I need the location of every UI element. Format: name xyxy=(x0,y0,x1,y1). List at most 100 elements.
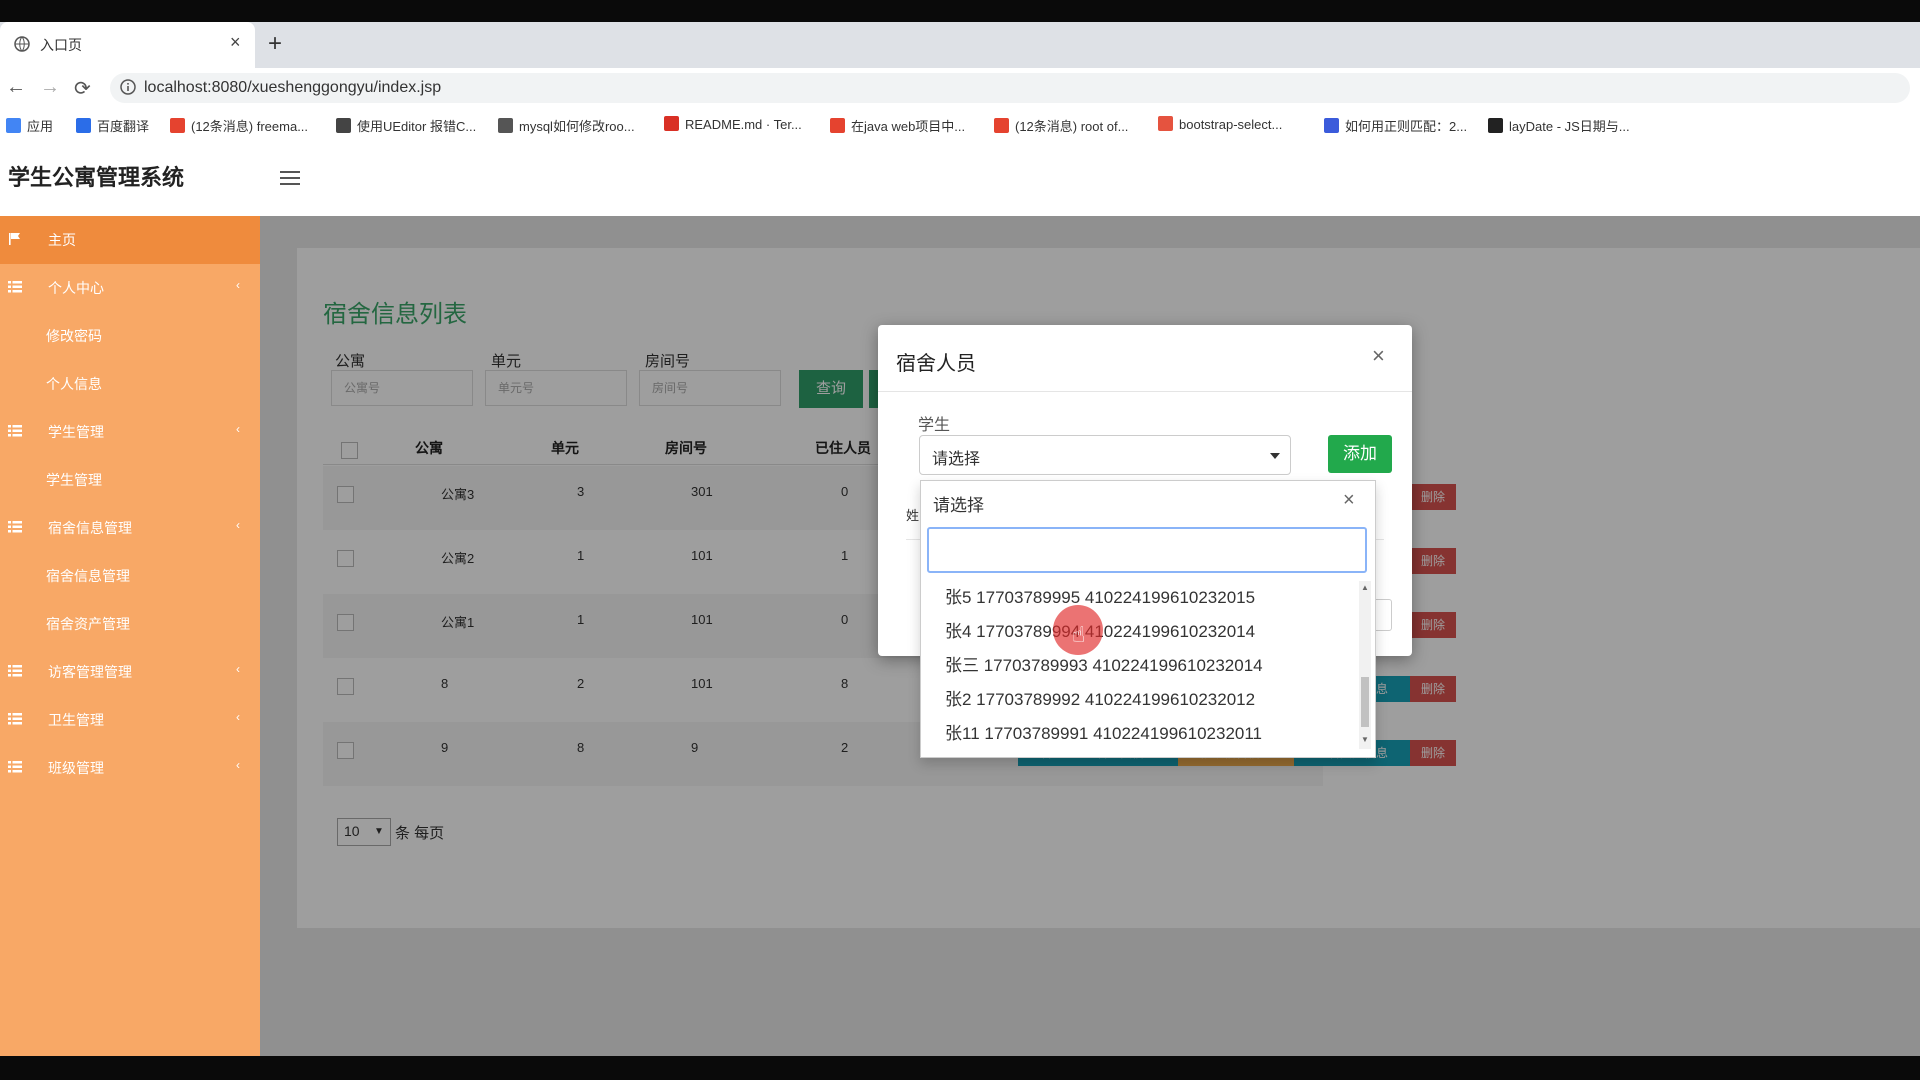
chevron-left-icon: ‹ xyxy=(236,662,240,676)
bookmark-icon xyxy=(6,118,21,133)
sidebar-item-label: 学生管理 xyxy=(46,472,102,488)
sidebar-item-label: 访客管理管理 xyxy=(48,664,132,680)
sidebar-item-label: 个人中心 xyxy=(48,280,104,296)
bookmark-label: (12条消息) freema... xyxy=(191,119,309,134)
dropdown-option[interactable]: 张5 17703789995 410224199610232015 xyxy=(945,583,1255,608)
bookmark-label: (12条消息) root of... xyxy=(1015,119,1129,134)
chevron-left-icon: ‹ xyxy=(236,422,240,436)
browser-tab-bar: 入口页 × + xyxy=(0,22,1920,68)
tab-close-icon[interactable]: × xyxy=(230,32,241,53)
bookmark-icon xyxy=(1488,118,1503,133)
scroll-down-icon[interactable]: ▼ xyxy=(1361,735,1369,744)
grid-icon xyxy=(8,281,22,293)
bookmark-item[interactable]: 应用 xyxy=(6,116,53,135)
scrollbar-thumb[interactable] xyxy=(1361,677,1369,727)
bookmark-label: 百度翻译 xyxy=(97,119,150,134)
sidebar-item[interactable]: 修改密码 xyxy=(0,312,260,360)
bookmark-item[interactable]: README.md · Ter... xyxy=(664,116,802,132)
bookmark-label: bootstrap-select... xyxy=(1179,117,1283,132)
forward-arrow-icon[interactable]: → xyxy=(40,76,60,99)
modal-divider xyxy=(878,391,1412,392)
grid-icon xyxy=(8,713,22,725)
sidebar-item[interactable]: 宿舍资产管理 xyxy=(0,600,260,648)
bookmark-item[interactable]: layDate - JS日期与... xyxy=(1488,116,1630,135)
close-icon[interactable]: × xyxy=(1343,489,1355,512)
bookmark-icon xyxy=(336,118,351,133)
bookmark-label: layDate - JS日期与... xyxy=(1509,119,1630,134)
sidebar-item[interactable]: 学生管理 ‹ xyxy=(0,408,260,456)
bookmark-item[interactable]: 在java web项目中... xyxy=(830,116,965,135)
caret-down-icon xyxy=(1270,453,1280,459)
bookmark-item[interactable]: (12条消息) freema... xyxy=(170,116,308,135)
sidebar-item[interactable]: 班级管理 ‹ xyxy=(0,744,260,792)
bookmark-label: 应用 xyxy=(27,119,54,134)
modal-title: 宿舍人员 xyxy=(896,353,976,375)
scroll-up-icon[interactable]: ▲ xyxy=(1361,583,1369,592)
bookmark-item[interactable]: bootstrap-select... xyxy=(1158,116,1282,132)
sidebar-item[interactable]: 宿舍信息管理 xyxy=(0,552,260,600)
screen: 入口页 × + ← → ⟳ localhost:8080/xueshenggon… xyxy=(0,0,1920,1080)
app-brand: 学生公寓管理系统 xyxy=(8,165,185,190)
dropdown-scrollbar[interactable]: ▲ ▼ xyxy=(1359,581,1371,749)
bookmarks-bar: 应用 百度翻译 (12条消息) freema... 使用UEditor 报错C... m… xyxy=(0,108,1920,143)
app-header: 学生公寓管理系统 xyxy=(0,142,1920,216)
grid-icon xyxy=(8,521,22,533)
sidebar-item-label: 个人信息 xyxy=(46,376,102,392)
sidebar-item[interactable]: 卫生管理 ‹ xyxy=(0,696,260,744)
bookmark-icon xyxy=(830,118,845,133)
bookmark-icon xyxy=(994,118,1009,133)
reload-icon[interactable]: ⟳ xyxy=(74,76,91,101)
sidebar-item-label: 宿舍资产管理 xyxy=(46,616,130,632)
student-dropdown: 请选择 × 张5 17703789995 410224199610232015 张… xyxy=(920,480,1376,758)
dropdown-option[interactable]: 张三 17703789993 410224199610232014 xyxy=(945,651,1263,676)
bookmark-item[interactable]: mysql如何修改roo... xyxy=(498,116,635,135)
bookmark-icon xyxy=(1324,118,1339,133)
info-icon xyxy=(120,79,136,95)
tab-title: 入口页 xyxy=(40,37,82,53)
browser-tab[interactable]: 入口页 × xyxy=(0,22,255,68)
hand-cursor-icon: ☝ xyxy=(1072,622,1086,647)
flag-icon xyxy=(9,233,20,245)
sidebar-item[interactable]: 宿舍信息管理 ‹ xyxy=(0,504,260,552)
bookmark-icon xyxy=(1158,116,1173,131)
address-bar: ← → ⟳ localhost:8080/xueshenggongyu/inde… xyxy=(0,68,1920,108)
bookmark-label: 使用UEditor 报错C... xyxy=(357,119,477,134)
bookmark-icon xyxy=(76,118,91,133)
sidebar-item-label: 宿舍信息管理 xyxy=(46,568,130,584)
dropdown-option[interactable]: 张11 17703789991 410224199610232011 xyxy=(945,719,1262,744)
sidebar-item[interactable]: 访客管理管理 ‹ xyxy=(0,648,260,696)
sidebar-item[interactable]: 学生管理 xyxy=(0,456,260,504)
top-black-bar xyxy=(0,0,1920,22)
sidebar-item[interactable]: 个人中心 ‹ xyxy=(0,264,260,312)
url-text: localhost:8080/xueshenggongyu/index.jsp xyxy=(144,79,442,96)
student-select[interactable]: 请选择 xyxy=(919,435,1291,475)
dropdown-search-input[interactable] xyxy=(927,527,1367,573)
dropdown-header: 请选择 xyxy=(933,496,984,515)
bookmark-item[interactable]: (12条消息) root of... xyxy=(994,116,1128,135)
bookmark-item[interactable]: 使用UEditor 报错C... xyxy=(336,116,476,135)
menu-toggle-icon[interactable] xyxy=(280,170,300,186)
bookmark-icon xyxy=(170,118,185,133)
sidebar-item-label: 主页 xyxy=(48,232,76,248)
new-tab-button[interactable]: + xyxy=(268,30,282,58)
sidebar-item-label: 宿舍信息管理 xyxy=(48,520,132,536)
bookmark-label: README.md · Ter... xyxy=(685,117,802,132)
url-field[interactable]: localhost:8080/xueshenggongyu/index.jsp xyxy=(110,73,1910,103)
chevron-left-icon: ‹ xyxy=(236,710,240,724)
bookmark-label: mysql如何修改roo... xyxy=(519,119,635,134)
back-arrow-icon[interactable]: ← xyxy=(6,76,26,99)
student-field-label: 学生 xyxy=(918,417,951,434)
bottom-black-bar xyxy=(0,1056,1920,1080)
sidebar-item-label: 班级管理 xyxy=(48,760,104,776)
sidebar-item[interactable]: 主页 xyxy=(0,216,260,264)
bookmark-item[interactable]: 如何用正则匹配：2... xyxy=(1324,116,1467,135)
bookmark-label: 如何用正则匹配：2... xyxy=(1345,119,1468,134)
close-icon[interactable]: × xyxy=(1372,343,1385,369)
dropdown-option[interactable]: 张2 17703789992 410224199610232012 xyxy=(945,685,1255,710)
add-button[interactable]: 添加 xyxy=(1328,435,1392,473)
student-select-value: 请选择 xyxy=(932,451,981,468)
bookmark-item[interactable]: 百度翻译 xyxy=(76,116,149,135)
sidebar-item[interactable]: 个人信息 xyxy=(0,360,260,408)
grid-icon xyxy=(8,761,22,773)
bookmark-icon xyxy=(664,116,679,131)
